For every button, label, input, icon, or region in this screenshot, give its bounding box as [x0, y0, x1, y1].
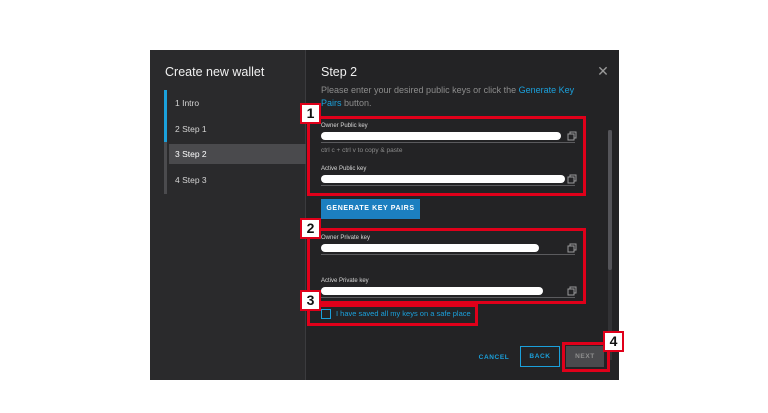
annotation-badge-1: 1: [300, 103, 321, 124]
sidebar-step-3[interactable]: 4 Step 3: [169, 170, 306, 190]
instructions-suffix: button.: [341, 98, 372, 108]
scrollbar[interactable]: [608, 130, 612, 360]
annotation-box-public-keys: [307, 116, 586, 196]
sidebar-step-intro[interactable]: 1 Intro: [169, 93, 306, 113]
scrollbar-thumb[interactable]: [608, 130, 612, 270]
back-button[interactable]: BACK: [520, 346, 560, 367]
generate-key-pairs-button[interactable]: GENERATE KEY PAIRS: [321, 199, 420, 219]
annotation-badge-4: 4: [603, 331, 624, 352]
instructions-text: Please enter your desired public keys or…: [321, 85, 519, 95]
annotation-badge-2: 2: [300, 218, 321, 239]
sidebar-step-2[interactable]: 3 Step 2: [169, 144, 306, 164]
steps-sidebar: Create new wallet 1 Intro 2 Step 1 3 Ste…: [150, 50, 306, 380]
step-progress-fill: [164, 90, 167, 142]
create-wallet-dialog: Create new wallet 1 Intro 2 Step 1 3 Ste…: [150, 50, 619, 380]
annotation-badge-3: 3: [300, 290, 321, 311]
cancel-button[interactable]: CANCEL: [477, 348, 511, 368]
close-icon[interactable]: ✕: [596, 64, 610, 78]
annotation-box-private-keys: [307, 228, 586, 304]
sidebar-step-1[interactable]: 2 Step 1: [169, 119, 306, 139]
step-content: Step 2 ✕ Please enter your desired publi…: [307, 50, 619, 380]
step-title: Step 2: [321, 65, 358, 79]
annotation-box-checkbox: [307, 304, 478, 326]
dialog-title: Create new wallet: [165, 65, 265, 79]
step-instructions: Please enter your desired public keys or…: [321, 84, 583, 110]
